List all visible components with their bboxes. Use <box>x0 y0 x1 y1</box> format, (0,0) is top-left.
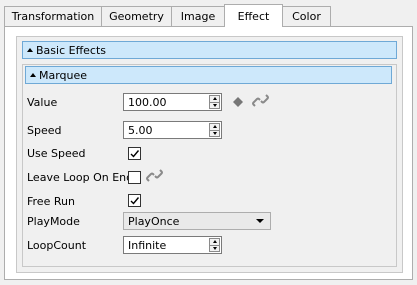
basic-effects-header[interactable]: Basic Effects <box>22 41 397 59</box>
checkmark-icon <box>130 150 140 158</box>
tab-geometry[interactable]: Geometry <box>101 6 172 26</box>
collapse-caret-icon <box>30 73 36 77</box>
value-decrement-button[interactable] <box>209 102 220 109</box>
speed-decrement-button[interactable] <box>209 130 220 137</box>
leave-loop-on-end-checkbox[interactable] <box>128 171 141 184</box>
checkmark-icon <box>130 197 140 205</box>
basic-effects-title: Basic Effects <box>36 43 107 57</box>
play-mode-value: PlayOnce <box>128 215 180 228</box>
chevron-down-icon <box>256 219 264 223</box>
speed-label: Speed <box>27 124 62 137</box>
use-speed-checkbox[interactable] <box>128 147 141 160</box>
tab-image[interactable]: Image <box>171 6 225 26</box>
link-icon[interactable] <box>252 92 269 109</box>
speed-increment-button[interactable] <box>209 123 220 131</box>
link-icon[interactable] <box>146 167 163 184</box>
leave-loop-on-end-label: Leave Loop On End <box>27 171 134 184</box>
speed-field[interactable]: 5.00 <box>128 124 153 137</box>
collapse-caret-icon <box>27 48 33 52</box>
marquee-header[interactable]: Marquee <box>25 66 392 84</box>
value-label: Value <box>27 96 58 109</box>
value-spinbox[interactable]: 100.00 <box>123 93 222 111</box>
tab-effect[interactable]: Effect <box>224 4 283 27</box>
tab-transformation[interactable]: Transformation <box>4 6 102 26</box>
free-run-checkbox[interactable] <box>128 194 141 207</box>
value-field[interactable]: 100.00 <box>128 96 167 109</box>
loop-count-increment-button[interactable] <box>209 238 220 246</box>
free-run-label: Free Run <box>27 195 75 208</box>
play-mode-label: PlayMode <box>27 215 80 228</box>
marquee-title: Marquee <box>39 68 88 82</box>
loop-count-label: LoopCount <box>27 239 87 252</box>
play-mode-dropdown[interactable]: PlayOnce <box>123 212 271 230</box>
loop-count-field[interactable]: Infinite <box>128 239 166 252</box>
loop-count-decrement-button[interactable] <box>209 245 220 252</box>
tab-color[interactable]: Color <box>282 6 331 26</box>
use-speed-label: Use Speed <box>27 147 86 160</box>
diamond-icon[interactable] <box>233 97 243 107</box>
speed-spinbox[interactable]: 5.00 <box>123 121 222 139</box>
loop-count-spinbox[interactable]: Infinite <box>123 236 222 254</box>
value-increment-button[interactable] <box>209 95 220 103</box>
